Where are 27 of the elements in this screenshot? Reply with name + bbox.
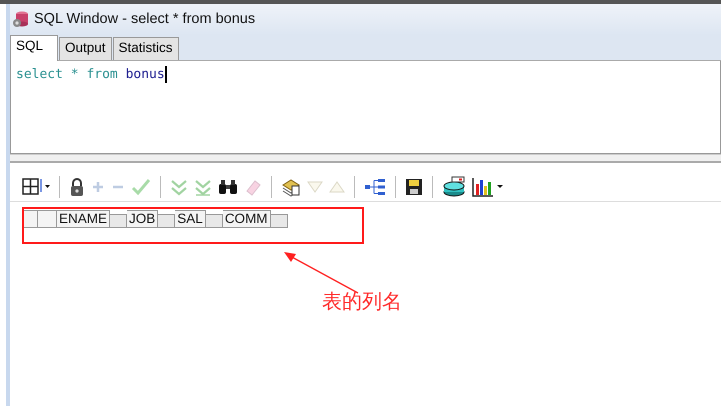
window-title: SQL Window - select * from bonus [34, 11, 256, 27]
sql-keywords: select * from [16, 67, 118, 82]
column-header [38, 210, 57, 228]
column-header[interactable]: COMM [222, 210, 271, 228]
document-stack-icon[interactable] [281, 177, 301, 197]
lock-icon[interactable] [69, 177, 85, 197]
tab[interactable]: Output [59, 37, 112, 60]
bar-chart-icon[interactable] [472, 177, 504, 197]
column-header[interactable]: SAL [175, 210, 206, 228]
text-cursor [164, 66, 167, 83]
tree-icon[interactable] [364, 177, 386, 197]
tab[interactable]: SQL [10, 35, 58, 61]
column-header[interactable]: ENAME [57, 210, 110, 228]
column-button[interactable] [110, 214, 128, 228]
splitter-bar[interactable] [10, 154, 721, 163]
tab[interactable]: Statistics [112, 37, 179, 60]
column-header[interactable]: JOB [127, 210, 158, 228]
grid-icon[interactable] [22, 177, 50, 197]
binoculars-icon[interactable] [218, 179, 238, 195]
database-icon [12, 10, 30, 28]
column-button[interactable] [270, 214, 288, 228]
column-button[interactable] [206, 214, 223, 228]
database-export-icon[interactable] [442, 176, 466, 198]
table-name: bonus [126, 67, 165, 82]
column-button[interactable] [158, 214, 176, 228]
sql-editor[interactable]: select * from bonus [10, 61, 721, 154]
annotation-text: 表的列名 [322, 288, 402, 315]
